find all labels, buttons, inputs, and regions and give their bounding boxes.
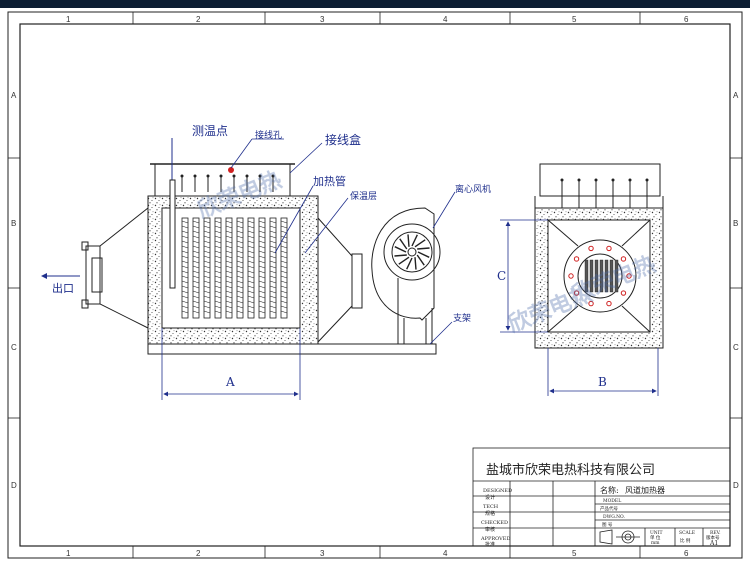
tb-approved-cn: 批准 [485,541,495,548]
terminal-head [219,174,223,178]
tb-checked-en: CHECKED [481,520,508,526]
zone-row-right: C [733,343,739,352]
zone-col-bottom: 1 [66,549,71,558]
dim-b-label: B [598,375,607,389]
zone-col-bottom: 6 [684,549,689,558]
zone-row-left: B [11,219,16,228]
label-heating-tube: 加热管 [313,174,346,188]
zone-row-right: D [733,481,739,490]
end-terminal-head [645,178,649,182]
label-insulation: 保温层 [350,190,377,202]
end-terminal-head [594,178,598,182]
tb-rev-value: A1 [709,540,718,547]
tb-model-cn: 产品代号 [600,505,618,512]
outlet-flange [85,245,101,305]
zone-col-bottom: 4 [443,549,448,558]
zone-col-top: 6 [684,15,689,24]
callout-labels: 测温点 接线孔 接线盒 加热管 保温层 离心风机 出口 支架 A B C [52,124,607,389]
impeller-blade [417,247,430,250]
impeller-blade [407,234,410,247]
label-wiring-hole: 接线孔 [255,129,282,141]
tb-tech-cn: 规格 [485,510,495,517]
terminal-head [193,174,197,178]
tb-model-en: MODEL [603,498,621,504]
tb-dwg-cn: 图 号 [602,522,613,528]
zone-col-bottom: 2 [196,549,201,558]
engineering-drawing: 1 2 3 4 5 6 1 2 3 4 5 6 A B C D A B C D [7,11,743,559]
dim-a-label: A [225,375,235,389]
label-temp-point: 测温点 [192,124,228,138]
zone-row-left: A [11,91,17,100]
flange-bolt [568,273,574,279]
drawing-sheet: 1 2 3 4 5 6 1 2 3 4 5 6 A B C D A B C D [0,8,750,562]
zone-col-top: 4 [443,15,448,24]
impeller-blade [394,254,407,257]
outlet-cone [99,207,149,329]
terminal-head [206,174,210,178]
flange-bolt [573,256,580,262]
tb-scale-en: SCALE [679,530,695,536]
flange-bolt [606,245,612,252]
fan-transition [317,217,353,343]
flange-bolt [588,245,594,252]
end-terminal-head [611,178,615,182]
flange-bolt [620,290,627,296]
tb-unit-value: mm [651,541,660,546]
tb-name-label: 名称: [600,485,619,495]
zone-col-top: 3 [320,15,325,24]
zone-col-top: 1 [66,15,71,24]
label-junction-box: 接线盒 [325,132,361,147]
label-support: 支架 [453,312,471,324]
end-terminal-head [628,178,632,182]
temperature-probe [169,138,176,289]
company-name: 盐城市欣荣电热科技有限公司 [486,462,655,478]
flange-bolt [606,300,612,307]
zone-col-bottom: 3 [320,549,325,558]
tb-tech-en: TECH [483,504,499,510]
dim-c-label: C [497,269,506,283]
zone-row-right: A [733,91,739,100]
zone-col-bottom: 5 [572,549,577,558]
support-base [147,343,437,355]
zone-col-top: 2 [196,15,201,24]
zone-row-right: B [733,219,738,228]
zone-row-left: C [11,343,17,352]
label-fan: 离心风机 [455,183,491,195]
terminal-head [180,174,184,178]
tb-scale-cn: 比 例 [680,537,691,544]
terminal-head [232,174,236,178]
tb-designed-en: DESIGNED [483,488,512,494]
tb-designed-cn: 设计 [485,494,495,501]
tb-checked-cn: 审核 [485,526,495,533]
tb-dwg-en: DWG.NO. [603,514,625,520]
end-terminal-head [577,178,581,182]
zone-col-top: 5 [572,15,577,24]
tb-unit-cn: 单 位 [650,534,661,541]
end-terminal-head [560,178,564,182]
label-outlet: 出口 [52,281,74,295]
centrifugal-fan [371,207,435,321]
tb-name-value: 风道加热器 [625,485,665,495]
title-block-text: 盐城市欣荣电热科技有限公司 DESIGNED 设计 TECH 规格 CHECKE… [480,462,721,548]
impeller-blade [414,257,417,270]
end-junction-box [539,163,661,197]
zone-row-left: D [11,481,17,490]
